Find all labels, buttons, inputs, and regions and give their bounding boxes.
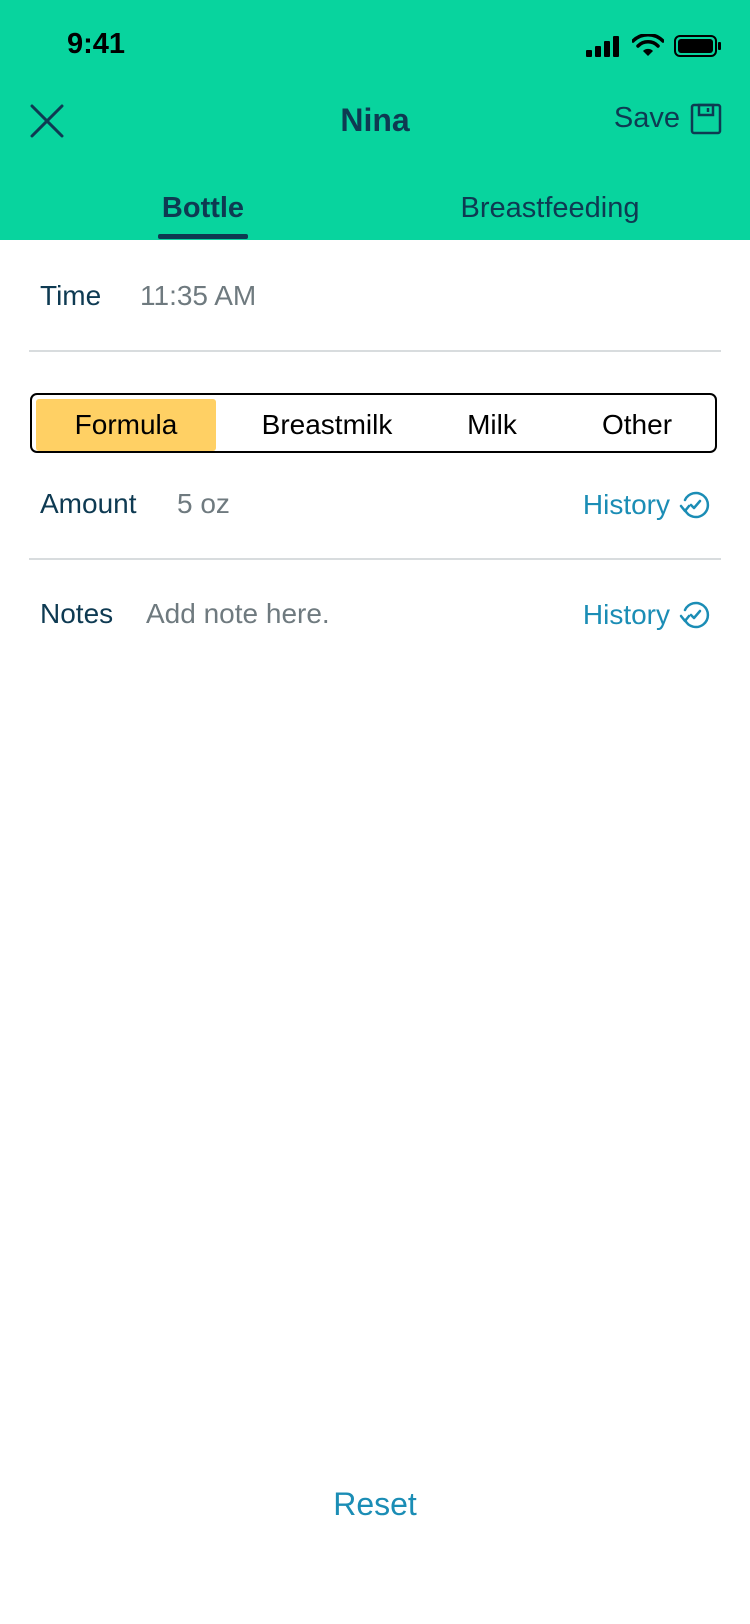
status-icons	[586, 34, 722, 58]
segment-formula[interactable]: Formula	[36, 399, 216, 451]
wifi-icon	[632, 34, 664, 56]
notes-input[interactable]: Add note here.	[146, 598, 330, 630]
history-icon	[679, 601, 710, 629]
amount-label: Amount	[40, 488, 137, 519]
tab-bottle[interactable]: Bottle	[150, 192, 256, 225]
amount-value[interactable]: 5 oz	[177, 488, 230, 520]
segment-other[interactable]: Other	[572, 399, 702, 451]
battery-icon	[674, 35, 721, 57]
segment-milk[interactable]: Milk	[437, 399, 547, 451]
reset-button[interactable]: Reset	[0, 1486, 750, 1523]
app-header: 9:41 Nina Save Bottle Breastfeeding	[0, 0, 750, 240]
tab-breastfeeding[interactable]: Breastfeeding	[430, 192, 670, 225]
floppy-disk-icon	[690, 103, 722, 134]
notes-label: Notes	[40, 598, 114, 629]
tab-active-indicator	[158, 234, 248, 239]
save-label: Save	[613, 102, 680, 134]
time-row[interactable]: Time 11:35 AM	[40, 280, 710, 320]
feed-type-segmented-control: Formula Breastmilk Milk Other	[30, 393, 717, 453]
time-value[interactable]: 11:35 AM	[140, 280, 256, 312]
notes-history-button[interactable]: History	[583, 598, 712, 632]
history-label: History	[582, 489, 670, 520]
amount-history-button[interactable]: History	[583, 488, 712, 522]
status-time: 9:41	[67, 28, 126, 60]
save-button[interactable]: Save	[614, 102, 722, 135]
divider	[29, 350, 721, 352]
history-label: History	[582, 599, 670, 630]
signal-icon	[586, 36, 619, 57]
divider	[29, 558, 721, 560]
history-icon	[679, 491, 710, 519]
segment-breastmilk[interactable]: Breastmilk	[232, 399, 422, 451]
time-label: Time	[40, 280, 102, 311]
